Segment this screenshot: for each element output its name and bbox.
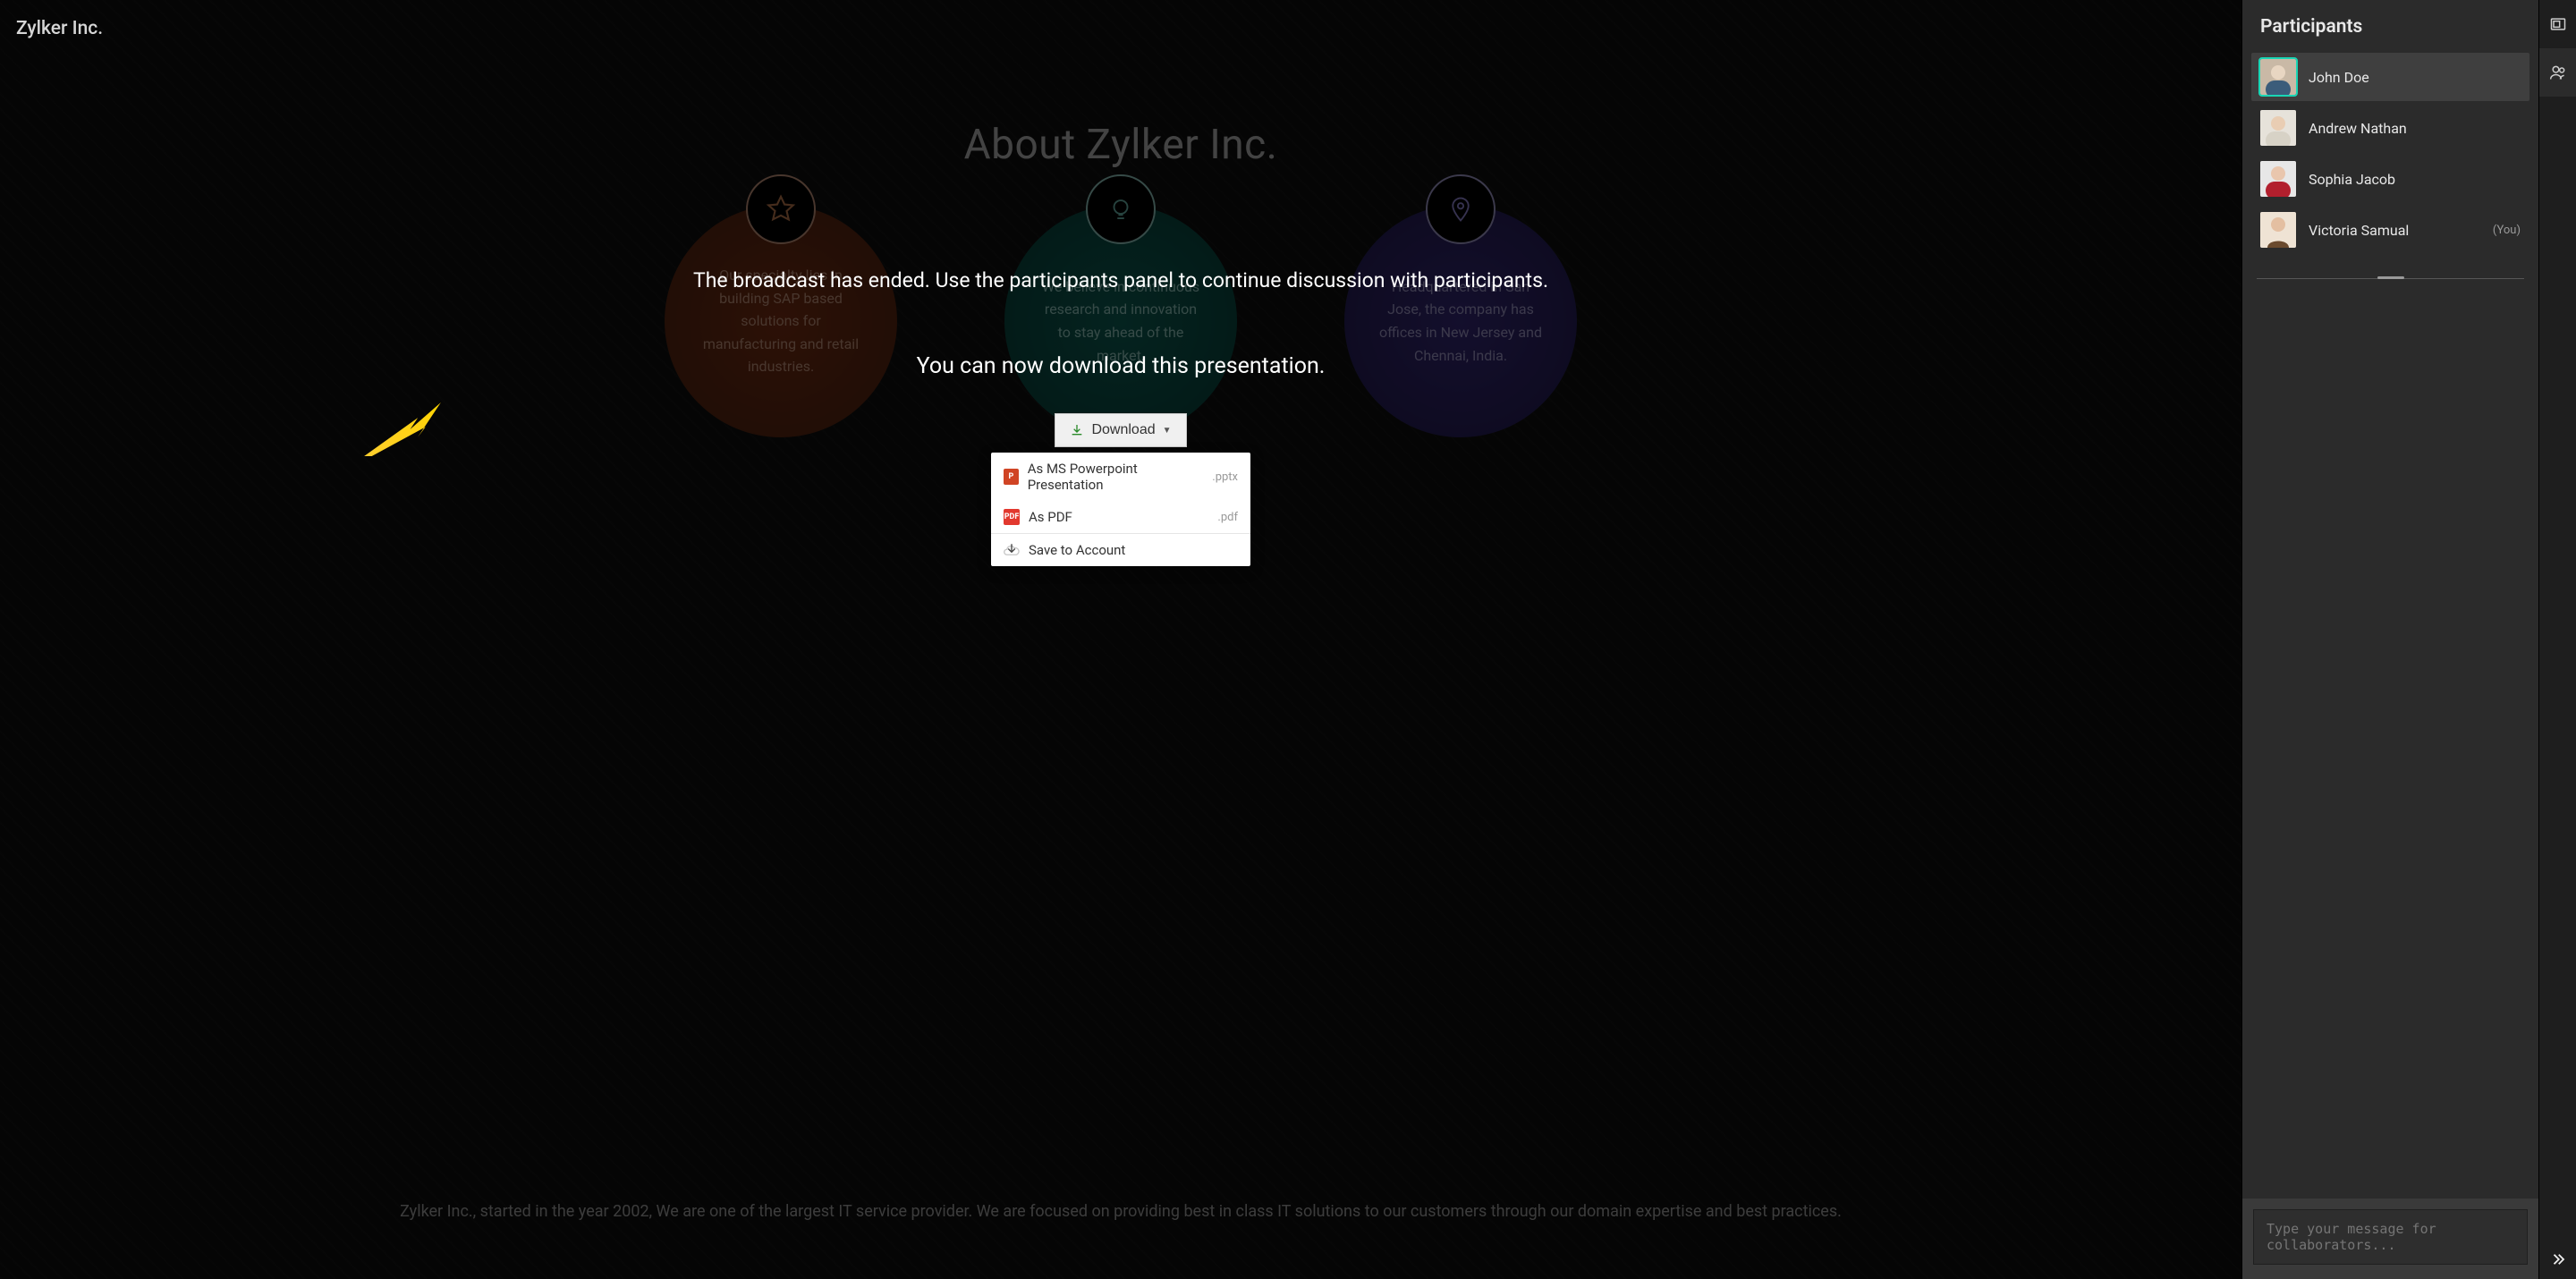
slides-icon	[2549, 15, 2567, 33]
participant-row[interactable]: Andrew Nathan	[2251, 104, 2529, 152]
side-rail	[2538, 0, 2576, 1279]
caret-down-icon: ▼	[1163, 426, 1172, 436]
avatar	[2260, 212, 2296, 248]
download-as-pptx-label: As MS Powerpoint Presentation	[1028, 461, 1204, 493]
participant-name: Andrew Nathan	[2309, 120, 2407, 137]
participants-list: John Doe Andrew Nathan Sophia Jacob Vict…	[2242, 50, 2538, 257]
download-as-pdf-label: As PDF	[1029, 509, 1072, 525]
avatar	[2260, 59, 2296, 95]
participant-name: Victoria Samual	[2309, 222, 2409, 239]
powerpoint-icon: P	[1004, 469, 1019, 485]
download-button-label: Download	[1091, 422, 1155, 438]
chat-input-container	[2242, 1199, 2538, 1279]
participant-row[interactable]: Sophia Jacob	[2251, 155, 2529, 203]
collapse-panel-button[interactable]	[2539, 1240, 2576, 1279]
broadcast-ended-overlay: The broadcast has ended. Use the partici…	[0, 0, 2241, 1279]
download-dropdown: P As MS Powerpoint Presentation .pptx PD…	[991, 453, 1250, 566]
pdf-extension: .pdf	[1217, 511, 1238, 524]
download-button[interactable]: Download ▼	[1055, 413, 1186, 447]
annotation-arrow-icon	[362, 402, 443, 456]
save-to-account-label: Save to Account	[1029, 542, 1125, 558]
download-as-pdf[interactable]: PDF As PDF .pdf	[991, 501, 1250, 533]
participants-title: Participants	[2242, 0, 2538, 50]
broadcast-ended-message: The broadcast has ended. Use the partici…	[693, 268, 1548, 292]
pdf-icon: PDF	[1004, 509, 1020, 525]
download-icon	[1070, 423, 1084, 437]
participant-row[interactable]: Victoria Samual (You)	[2251, 206, 2529, 254]
chevron-double-right-icon	[2550, 1251, 2566, 1267]
presentation-stage: About Zylker Inc. Our specialty lies in …	[0, 0, 2241, 1279]
participants-panel: Participants John Doe Andrew Nathan Soph…	[2241, 0, 2538, 1279]
participants-icon	[2549, 64, 2567, 81]
participants-panel-button[interactable]	[2539, 48, 2576, 97]
participant-row[interactable]: John Doe	[2251, 53, 2529, 101]
save-to-cloud-icon	[1004, 542, 1020, 558]
slides-panel-button[interactable]	[2539, 0, 2576, 48]
chat-input[interactable]	[2253, 1209, 2528, 1265]
download-prompt: You can now download this presentation.	[917, 353, 1326, 379]
participant-name: Sophia Jacob	[2309, 171, 2395, 188]
download-as-pptx[interactable]: P As MS Powerpoint Presentation .pptx	[991, 453, 1250, 501]
chat-area	[2242, 279, 2538, 1199]
participant-name: John Doe	[2309, 69, 2369, 86]
participant-you-badge: (You)	[2493, 224, 2521, 237]
avatar	[2260, 110, 2296, 146]
save-to-account[interactable]: Save to Account	[991, 534, 1250, 566]
avatar	[2260, 161, 2296, 197]
panel-resize-handle[interactable]	[2257, 278, 2524, 279]
pptx-extension: .pptx	[1212, 470, 1238, 484]
